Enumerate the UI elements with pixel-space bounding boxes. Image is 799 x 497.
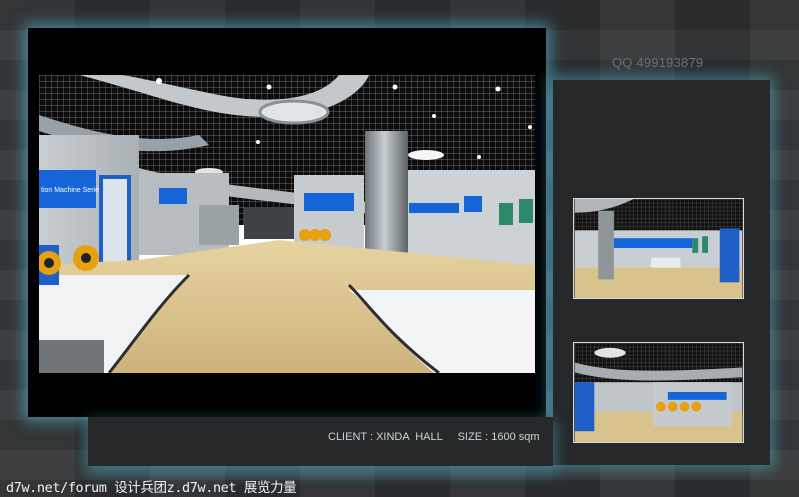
thumbnail-view-1[interactable] — [573, 198, 744, 299]
watermark-text: d7w.net/forum 设计兵团z.d7w.net 展览力量 — [6, 480, 297, 496]
qq-contact: QQ 499193879 — [612, 55, 704, 70]
thumbnail-render-1 — [574, 199, 743, 298]
wall-sign-left: tion Machine Series — [41, 187, 103, 194]
thumbnail-render-2 — [574, 343, 743, 442]
thumbnail-view-2[interactable] — [573, 342, 744, 443]
main-hall-render: tion Machine Series — [39, 75, 535, 373]
project-caption: CLIENT : XINDA HALL SIZE : 1600 sqm — [328, 431, 540, 443]
